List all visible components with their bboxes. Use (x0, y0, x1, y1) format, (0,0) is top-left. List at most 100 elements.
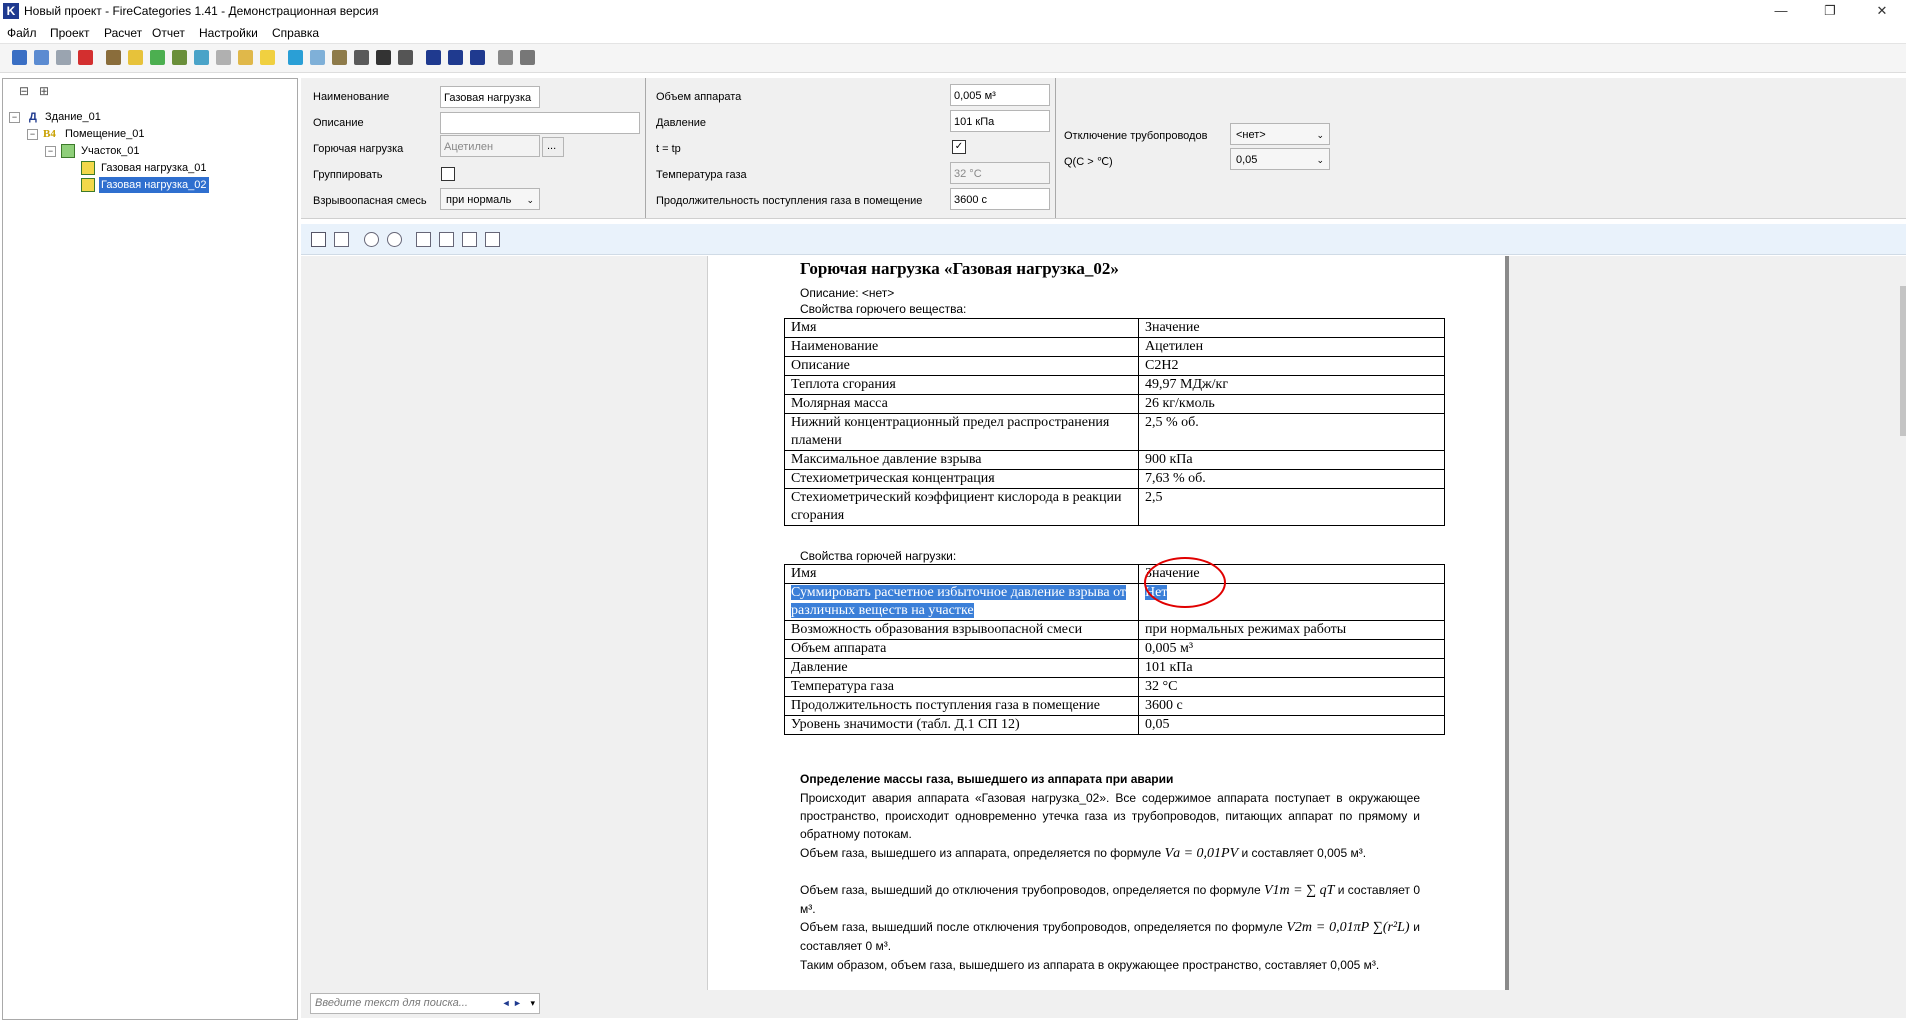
explosive-mix-label: Взрывоопасная смесь (313, 195, 427, 207)
table-cell: Описание (784, 356, 1139, 376)
building-icon[interactable] (106, 50, 121, 65)
room-icon[interactable] (128, 50, 143, 65)
t-equals-tr-checkbox[interactable]: ✓ (952, 140, 966, 154)
fit-width-icon[interactable] (439, 232, 454, 247)
table-cell: Максимальное давление взрыва (784, 450, 1139, 470)
light-icon[interactable] (260, 50, 275, 65)
list-icon[interactable] (520, 50, 535, 65)
dropdown-icon[interactable]: ▾ (530, 998, 535, 1008)
pipe-icon[interactable] (332, 50, 347, 65)
menu-settings[interactable]: Настройки (199, 26, 258, 40)
menu-help[interactable]: Справка (272, 26, 319, 40)
collapse-icon[interactable]: − (9, 112, 20, 123)
gas-icon[interactable] (238, 50, 253, 65)
volume-field[interactable]: 0,005 м³ (950, 84, 1050, 106)
table-row: Стехиометрическая концентрация 7,63 % об. (784, 469, 1445, 489)
two-pages-icon[interactable] (485, 232, 500, 247)
fit-page-icon[interactable] (416, 232, 431, 247)
menu-calculation[interactable]: Расчет (104, 26, 142, 40)
bolt-icon[interactable] (376, 50, 391, 65)
restore-button[interactable]: ❐ (1810, 2, 1850, 20)
table-cell: Нижний концентрационный предел распростр… (784, 413, 1139, 451)
table-cell: 49,97 МДж/кг (1138, 375, 1445, 395)
new-project-icon[interactable] (12, 50, 27, 65)
substance-caption: Свойства горючего вещества: (800, 302, 967, 316)
copy-icon[interactable] (334, 232, 349, 247)
area-icon[interactable] (150, 50, 165, 65)
menu-project[interactable]: Проект (50, 26, 90, 40)
zoom-in-icon[interactable] (364, 232, 379, 247)
table-row: Описание C2H2 (784, 356, 1445, 376)
name-field[interactable]: Газовая нагрузка (440, 86, 540, 108)
pipe-shutoff-select[interactable]: <нет> ⌄ (1230, 123, 1330, 145)
table-row: Имя Значение (784, 564, 1445, 584)
delete-icon[interactable] (78, 50, 93, 65)
load-caption: Свойства горючей нагрузки: (800, 549, 957, 563)
collapse-all-button[interactable]: ⊟ (19, 84, 29, 98)
table-row: Наименование Ацетилен (784, 337, 1445, 357)
table-cell: Теплота сгорания (784, 375, 1139, 395)
report-viewer[interactable]: Горючая нагрузка «Газовая нагрузка_02» О… (301, 256, 1906, 990)
minimize-button[interactable]: — (1761, 2, 1801, 20)
table-cell: Имя (784, 564, 1139, 584)
chevron-down-icon: ⌄ (1316, 130, 1324, 140)
open-icon[interactable] (34, 50, 49, 65)
tree-node-label-selected: Газовая нагрузка_02 (99, 177, 209, 193)
menu-report[interactable]: Отчет (152, 26, 185, 40)
chevron-down-icon: ⌄ (526, 195, 534, 205)
main-toolbar (0, 44, 1906, 73)
stack-icon[interactable] (398, 50, 413, 65)
pipe-shutoff-value: <нет> (1236, 129, 1266, 141)
report-icon[interactable] (498, 50, 513, 65)
print-icon[interactable] (311, 232, 326, 247)
volume-label: Объем аппарата (656, 91, 742, 103)
table-row: Объем аппарата 0,005 м³ (784, 639, 1445, 659)
name-label: Наименование (313, 91, 390, 103)
table-cell: 900 кПа (1138, 450, 1445, 470)
description-label: Описание (313, 117, 364, 129)
save-icon[interactable] (56, 50, 71, 65)
water-icon[interactable] (288, 50, 303, 65)
gas-temperature-label: Температура газа (656, 169, 747, 181)
menu-file[interactable]: Файл (7, 26, 37, 40)
pressure-field[interactable]: 101 кПа (950, 110, 1050, 132)
duration-field[interactable]: 3600 с (950, 188, 1050, 210)
fan-icon[interactable] (310, 50, 325, 65)
load-icon[interactable] (172, 50, 187, 65)
report-toolbar (301, 224, 1906, 255)
paragraph: Таким образом, объем газа, вышедшего из … (800, 958, 1380, 972)
divider (645, 78, 646, 218)
fast-forward-icon[interactable] (448, 50, 463, 65)
dust-icon[interactable] (216, 50, 231, 65)
previous-icon[interactable]: ◄ (502, 998, 511, 1008)
zoom-out-icon[interactable] (387, 232, 402, 247)
paragraph: Объем газа, вышедший до отключения трубо… (800, 881, 1420, 918)
collapse-icon[interactable]: − (27, 129, 38, 140)
chevron-down-icon: ⌄ (1316, 155, 1324, 165)
expand-all-button[interactable]: ⊞ (39, 84, 49, 98)
fluid-icon[interactable] (194, 50, 209, 65)
paragraph-text: Объем газа, вышедший до отключения трубо… (800, 883, 1264, 897)
pressure-label: Давление (656, 117, 707, 129)
collapse-icon[interactable]: − (45, 146, 56, 157)
fuel-browse-button[interactable]: ... (542, 137, 564, 157)
search-icon[interactable] (470, 50, 485, 65)
table-row: Температура газа 32 °C (784, 677, 1445, 697)
menu-bar: Файл Проект Расчет Отчет Настройки Справ… (0, 22, 1906, 44)
table-cell: Давление (784, 658, 1139, 678)
q-label: Q(C > ℃) (1064, 156, 1113, 168)
close-button[interactable]: ✕ (1862, 2, 1902, 20)
substance-table: Имя Значение Наименование Ацетилен Описани… (784, 318, 1445, 526)
explosive-mix-select[interactable]: при нормаль ⌄ (440, 188, 540, 210)
table-cell: Значение (1138, 318, 1445, 338)
group-checkbox[interactable] (441, 167, 455, 181)
description-field[interactable] (440, 112, 640, 134)
play-icon[interactable] (426, 50, 441, 65)
vertical-scrollbar[interactable] (1900, 286, 1906, 436)
table-cell: Возможность образования взрывоопасной см… (784, 620, 1139, 640)
tank-icon[interactable] (354, 50, 369, 65)
search-input[interactable]: Введите текст для поиска... ◄ ► ▾ (310, 993, 540, 1014)
single-page-icon[interactable] (462, 232, 477, 247)
q-select[interactable]: 0,05 ⌄ (1230, 148, 1330, 170)
next-icon[interactable]: ► (513, 998, 522, 1008)
